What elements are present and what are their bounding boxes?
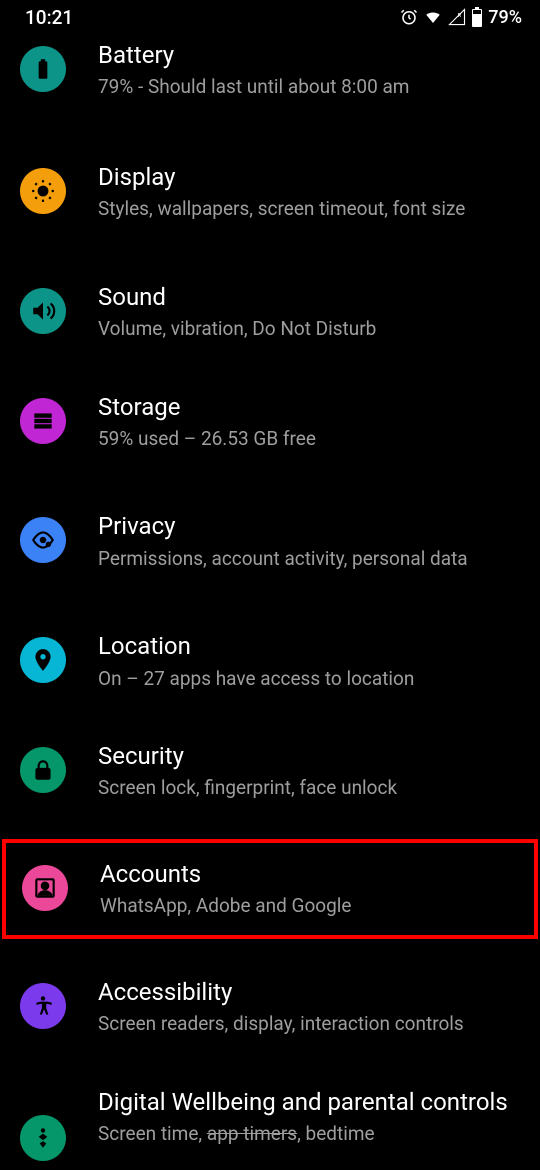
- settings-item-security[interactable]: Security Screen lock, fingerprint, face …: [0, 729, 540, 813]
- item-title: Battery: [98, 40, 520, 71]
- wellbeing-icon: [20, 1115, 66, 1161]
- item-subtitle: On – 27 apps have access to location: [98, 666, 520, 692]
- accessibility-icon: [20, 983, 66, 1029]
- svg-text:R: R: [458, 13, 462, 19]
- storage-icon: [20, 398, 66, 444]
- item-subtitle: 79% - Should last until about 8:00 am: [98, 74, 520, 100]
- security-icon: [20, 747, 66, 793]
- item-title: Accessibility: [98, 977, 520, 1008]
- item-title: Location: [98, 631, 520, 662]
- settings-item-wellbeing[interactable]: Digital Wellbeing and parental controls …: [0, 1075, 540, 1170]
- item-title: Privacy: [98, 511, 520, 542]
- item-title: Accounts: [100, 859, 518, 890]
- privacy-icon: [20, 517, 66, 563]
- item-subtitle: Volume, vibration, Do Not Disturb: [98, 316, 520, 342]
- battery-percent: 79%: [488, 7, 522, 28]
- status-time: 10:21: [25, 6, 73, 29]
- item-title: Digital Wellbeing and parental controls: [98, 1087, 520, 1118]
- item-subtitle: Screen time, app timers, bedtime: [98, 1121, 520, 1147]
- settings-item-accounts[interactable]: Accounts WhatsApp, Adobe and Google: [6, 843, 534, 935]
- item-subtitle: Styles, wallpapers, screen timeout, font…: [98, 196, 520, 222]
- settings-item-location[interactable]: Location On – 27 apps have access to loc…: [0, 619, 540, 703]
- accounts-icon: [22, 865, 68, 911]
- item-title: Sound: [98, 282, 520, 313]
- settings-item-storage[interactable]: Storage 59% used – 26.53 GB free: [0, 380, 540, 464]
- settings-item-display[interactable]: Display Styles, wallpapers, screen timeo…: [0, 150, 540, 234]
- item-title: Security: [98, 741, 520, 772]
- settings-item-accessibility[interactable]: Accessibility Screen readers, display, i…: [0, 965, 540, 1049]
- settings-item-privacy[interactable]: Privacy Permissions, account activity, p…: [0, 499, 540, 583]
- settings-item-sound[interactable]: Sound Volume, vibration, Do Not Disturb: [0, 270, 540, 354]
- wifi-icon: [423, 8, 443, 26]
- settings-list: Battery 79% - Should last until about 8:…: [0, 34, 540, 1170]
- sound-icon: [20, 288, 66, 334]
- status-right-icons: R 79%: [400, 7, 522, 28]
- item-subtitle: Permissions, account activity, personal …: [98, 546, 520, 572]
- item-subtitle: Screen lock, fingerprint, face unlock: [98, 775, 520, 801]
- item-subtitle: Screen readers, display, interaction con…: [98, 1011, 520, 1037]
- item-title: Display: [98, 162, 520, 193]
- battery-status-icon: [471, 7, 483, 27]
- settings-item-battery[interactable]: Battery 79% - Should last until about 8:…: [0, 34, 540, 114]
- item-subtitle: WhatsApp, Adobe and Google: [100, 893, 518, 919]
- item-title: Storage: [98, 392, 520, 423]
- signal-icon: R: [448, 8, 466, 26]
- location-icon: [20, 637, 66, 683]
- status-bar: 10:21 R 79%: [0, 0, 540, 34]
- display-icon: [20, 168, 66, 214]
- item-subtitle: 59% used – 26.53 GB free: [98, 426, 520, 452]
- alarm-icon: [400, 8, 418, 26]
- battery-icon: [20, 46, 66, 92]
- highlight-accounts: Accounts WhatsApp, Adobe and Google: [2, 839, 538, 939]
